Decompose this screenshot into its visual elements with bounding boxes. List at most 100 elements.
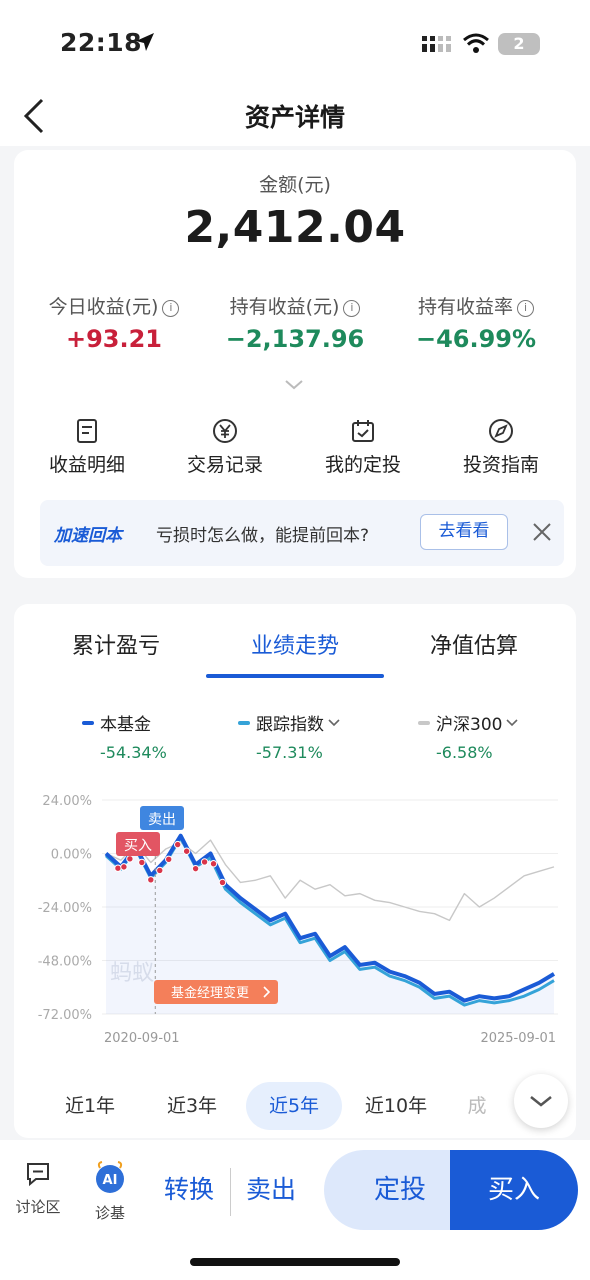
trade-dot [147, 876, 155, 884]
event-marker-label: 基金经理变更 [171, 985, 249, 1001]
holding-profit-value: −2,137.96 [225, 325, 365, 353]
today-profit-stat[interactable]: 今日收益(元) i +93.21 [24, 292, 204, 353]
trade-dot [182, 847, 191, 855]
trade-dot [138, 858, 146, 867]
legend-label: 本基金 [100, 715, 151, 735]
expand-chevron-icon[interactable] [285, 380, 303, 390]
amount-value: 2,412.04 [184, 202, 406, 253]
holding-rate-value: −46.99% [415, 325, 537, 353]
legend-value: -6.58% [436, 743, 493, 762]
battery-indicator: 2 [498, 33, 540, 55]
range-5y[interactable]: 近5年 [246, 1082, 342, 1130]
location-arrow-icon [136, 33, 154, 51]
legend-label: 沪深300 [436, 715, 503, 735]
x-start-label: 2020-09-01 [104, 1031, 180, 1046]
diagnose-label: 诊基 [94, 1204, 125, 1222]
cellular-signal-icon [422, 36, 451, 52]
status-bar: 22:18 2 [0, 0, 590, 88]
promo-tag: 加速回本 [54, 526, 122, 546]
chevron-down-icon [328, 719, 340, 727]
discuss-button[interactable]: 讨论区 [6, 1160, 70, 1217]
chevron-down-icon [530, 1096, 552, 1107]
info-icon[interactable]: i [517, 300, 534, 317]
trade-dot [191, 864, 200, 873]
home-indicator [190, 1258, 400, 1266]
trade-dot [218, 878, 227, 887]
quick-action-label: 投资指南 [462, 454, 539, 476]
info-icon[interactable]: i [343, 300, 361, 317]
trade-dot [165, 855, 173, 863]
range-1y[interactable]: 近1年 [42, 1082, 138, 1130]
trade-dot [173, 840, 182, 849]
legend-value: -57.31% [256, 743, 323, 762]
status-time: 22:18 [60, 28, 143, 57]
range-3y[interactable]: 近3年 [144, 1082, 240, 1130]
buy-button[interactable]: 买入 [450, 1150, 578, 1230]
range-since-inception[interactable]: 成 [442, 1082, 512, 1130]
page-title: 资产详情 [244, 103, 345, 132]
x-end-label: 2025-09-01 [480, 1031, 556, 1046]
calendar-icon [352, 420, 374, 442]
nav-bar: 资产详情 [0, 88, 590, 146]
ai-badge-text: AI [103, 1173, 118, 1188]
legend-swatch [238, 721, 250, 725]
legend-item-csi300[interactable]: 沪深300 -6.58% [418, 710, 578, 762]
quick-action-my-plan[interactable]: 我的定投 [298, 418, 428, 477]
holding-profit-stat[interactable]: 持有收益(元) i −2,137.96 [205, 292, 385, 353]
compass-icon [489, 419, 513, 443]
asset-summary-card: 金额(元) 2,412.04 今日收益(元) i +93.21 持有收益(元) i … [14, 150, 576, 578]
y-tick-label: -48.00% [38, 955, 92, 970]
quick-action-invest-guide[interactable]: 投资指南 [436, 418, 566, 477]
tab-nav-estimate[interactable]: 净值估算 [384, 628, 564, 660]
info-icon[interactable]: i [162, 300, 180, 317]
legend-label: 跟踪指数 [256, 715, 324, 735]
wifi-icon [463, 33, 489, 53]
convert-button[interactable]: 转换 [164, 1170, 214, 1206]
quick-action-trade-records[interactable]: 交易记录 [160, 418, 290, 477]
buy-marker-label: 买入 [124, 838, 152, 854]
trade-dot [200, 858, 209, 866]
tab-performance-trend[interactable]: 业绩走势 [205, 628, 385, 660]
quick-action-label: 交易记录 [186, 454, 263, 476]
trade-dot [156, 866, 164, 875]
y-tick-label: -24.00% [38, 901, 92, 916]
quick-action-label: 收益明细 [48, 454, 125, 476]
holding-rate-stat[interactable]: 持有收益率 i −46.99% [386, 292, 566, 353]
diagnose-fund-button[interactable]: AI 诊基 [78, 1160, 142, 1223]
document-icon [77, 419, 97, 443]
today-profit-value: +93.21 [65, 325, 163, 353]
chat-icon [27, 1163, 49, 1187]
watermark: 蚂蚁 [110, 961, 154, 986]
discuss-label: 讨论区 [15, 1198, 61, 1216]
legend-item-tracking-index[interactable]: 跟踪指数 -57.31% [238, 710, 398, 762]
sell-marker-label: 卖出 [148, 812, 176, 828]
y-tick-label: -72.00% [38, 1008, 92, 1023]
performance-card: 累计盈亏 业绩走势 净值估算 本基金 -54.34% 跟踪指数 -57.31% … [14, 604, 576, 1138]
active-tab-indicator [206, 674, 384, 678]
promo-text: 亏损时怎么做，能提前回本? [156, 526, 370, 546]
close-icon[interactable] [532, 522, 552, 542]
quick-action-income-detail[interactable]: 收益明细 [22, 418, 152, 477]
holding-rate-label: 持有收益率 [417, 296, 513, 318]
trade-dot [209, 860, 218, 868]
sell-button[interactable]: 卖出 [246, 1170, 296, 1206]
y-tick-label: 0.00% [51, 848, 92, 863]
legend-value: -54.34% [100, 743, 167, 762]
amount-label: 金额(元) [259, 174, 331, 196]
ai-badge-icon: AI [96, 1161, 124, 1193]
legend-swatch [418, 721, 430, 725]
chevron-down-icon [506, 719, 519, 727]
trade-dot [126, 855, 134, 863]
promo-view-button[interactable]: 去看看 [420, 514, 508, 550]
legend-swatch [82, 721, 94, 725]
range-more-button[interactable] [514, 1074, 568, 1128]
trade-dot [114, 864, 122, 872]
performance-chart[interactable]: 24.00% 0.00% -24.00% -48.00% -72.00% 蚂蚁 买入 卖出基金… [14, 784, 576, 1056]
range-10y[interactable]: 近10年 [348, 1082, 444, 1130]
holding-profit-label: 持有收益(元) [229, 296, 340, 318]
promo-banner[interactable]: 加速回本 亏损时怎么做，能提前回本? 去看看 [40, 500, 564, 566]
divider [230, 1168, 231, 1216]
y-tick-label: 24.00% [42, 794, 92, 809]
tab-cumulative-pnl[interactable]: 累计盈亏 [26, 628, 206, 660]
trade-dot [120, 863, 128, 871]
